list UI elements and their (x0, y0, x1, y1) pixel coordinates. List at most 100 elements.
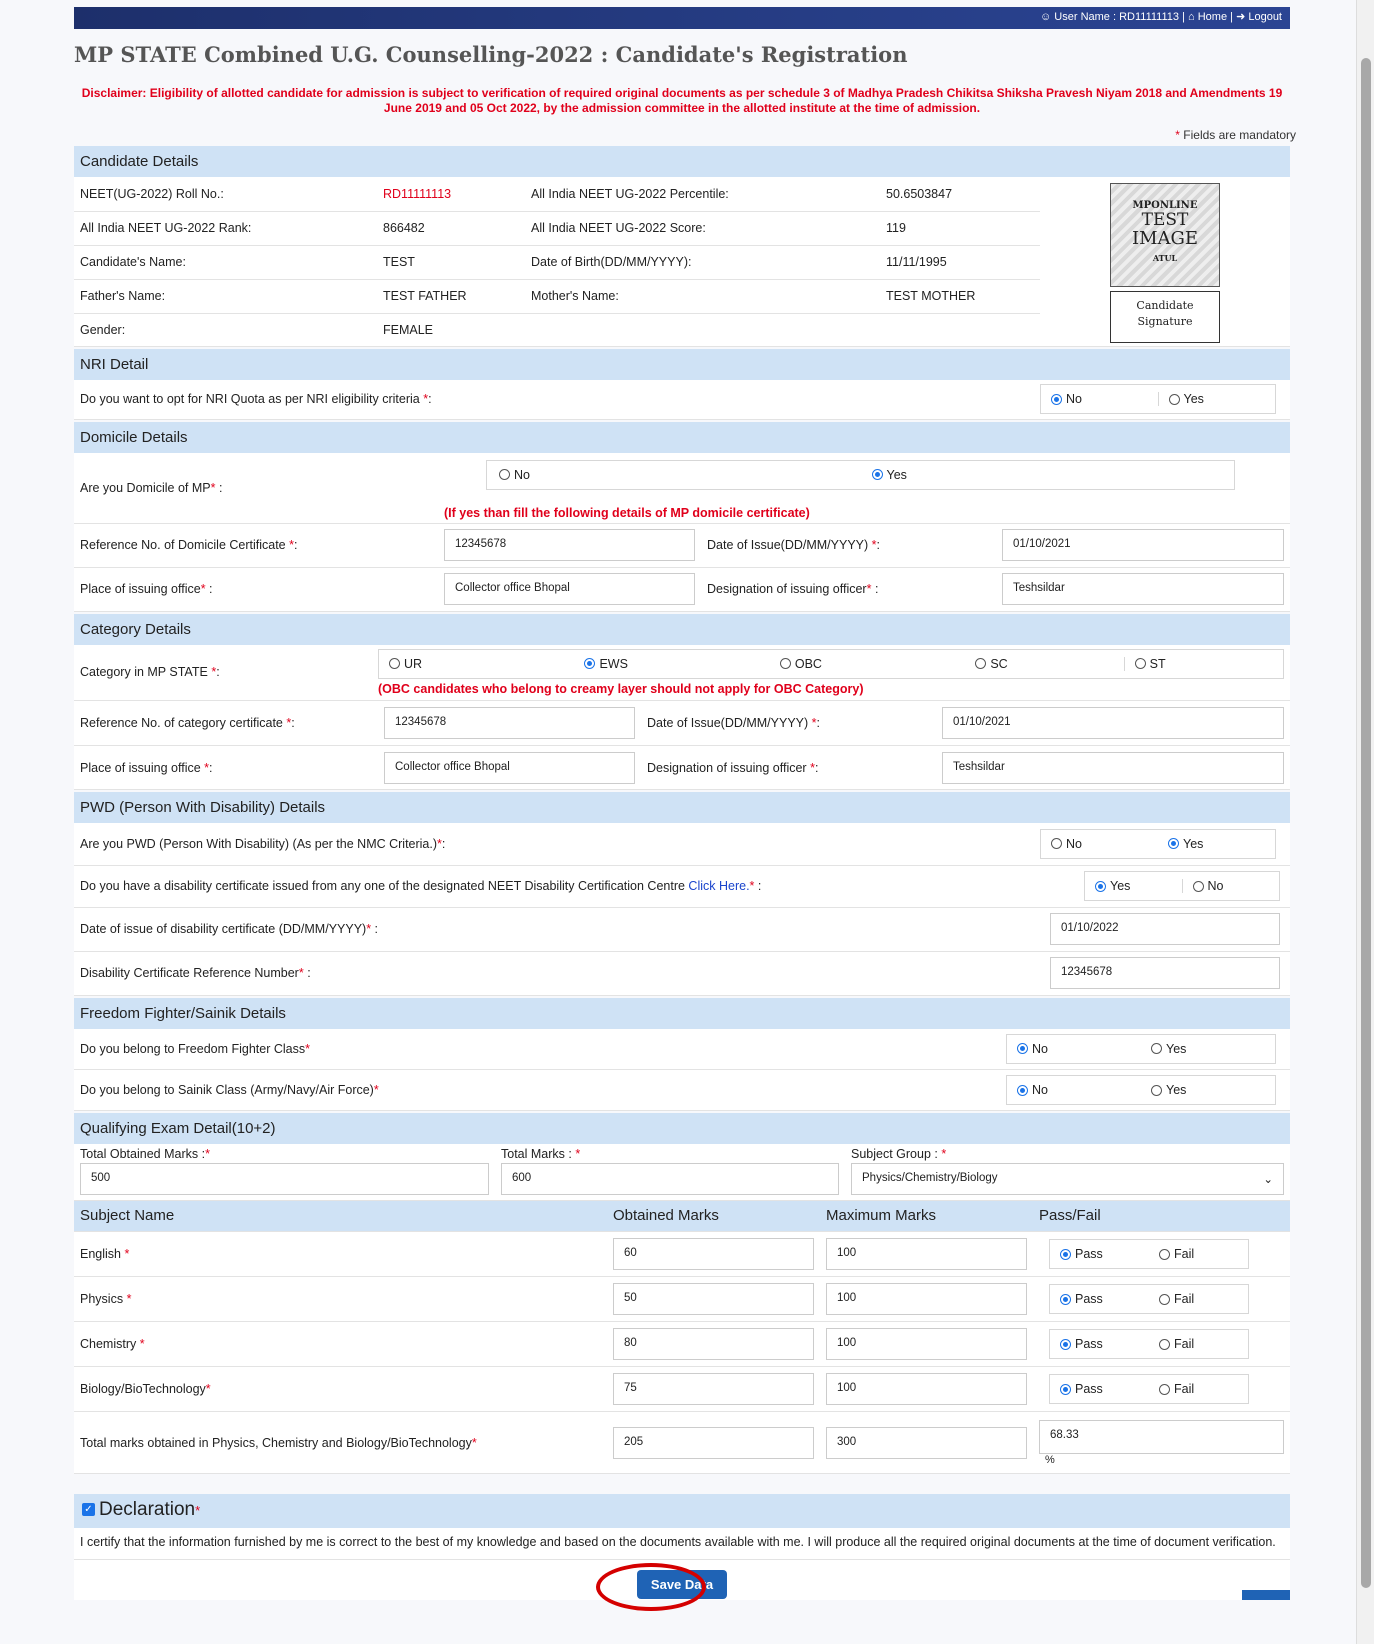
pcb-percent-input[interactable]: 68.33 (1039, 1419, 1284, 1454)
percentile: 50.6503847 (880, 177, 1040, 212)
category-radio-group: UR EWS OBC SC ST (378, 648, 1284, 679)
total-obtained-input[interactable]: 500 (80, 1163, 489, 1195)
candidate-table: NEET(UG-2022) Roll No.: RD11111113 All I… (74, 177, 1290, 347)
english-result-group: Pass Fail (1049, 1239, 1249, 1269)
freedom-no-option[interactable]: No (1007, 1042, 1141, 1056)
english-pass-option[interactable]: Pass (1050, 1247, 1149, 1261)
logout-link[interactable]: ➜ Logout (1236, 11, 1282, 23)
physics-obtained-input[interactable]: 50 (613, 1283, 814, 1315)
mandatory-note: * Fields are mandatory (1175, 128, 1296, 142)
disability-ref-input[interactable]: 12345678 (1050, 957, 1280, 989)
nri-yes-option[interactable]: Yes (1157, 392, 1276, 407)
candidate-section-heading: Candidate Details (74, 146, 1290, 177)
qualifying-section-heading: Qualifying Exam Detail(10+2) (74, 1113, 1290, 1144)
declaration-checkbox[interactable]: ✓ (82, 1503, 95, 1517)
subject-row-physics: Physics * 50 100 Pass Fail (74, 1276, 1290, 1322)
category-place-input[interactable]: Collector office Bhopal (384, 751, 635, 784)
declaration-heading: ✓ Declaration* (74, 1494, 1290, 1528)
subject-row-english: English * 60 100 Pass Fail (74, 1231, 1290, 1277)
physics-pass-option[interactable]: Pass (1050, 1292, 1149, 1306)
pwd-yes-option[interactable]: Yes (1158, 837, 1275, 851)
subject-row-chemistry: Chemistry * 80 100 Pass Fail (74, 1321, 1290, 1367)
nri-table: Do you want to opt for NRI Quota as per … (74, 379, 1290, 420)
pcb-obtained-input[interactable]: 205 (613, 1426, 814, 1459)
category-table: Category in MP STATE *: UR EWS OBC SC ST… (74, 644, 1290, 790)
nri-radio-group: No Yes (1040, 384, 1276, 415)
father-name: TEST FATHER (377, 279, 525, 314)
biology-fail-option[interactable]: Fail (1149, 1382, 1248, 1396)
certificate-no-option[interactable]: No (1181, 879, 1280, 893)
category-ews-option[interactable]: EWS (574, 657, 769, 671)
english-obtained-input[interactable]: 60 (613, 1238, 814, 1270)
freedom-section-heading: Freedom Fighter/Sainik Details (74, 997, 1290, 1029)
physics-result-group: Pass Fail (1049, 1284, 1249, 1314)
domicile-date-input[interactable]: 01/10/2021 (1002, 529, 1284, 561)
category-note: (OBC candidates who belong to creamy lay… (378, 681, 864, 696)
next-button[interactable] (1242, 1590, 1290, 1600)
domicile-designation-input[interactable]: Teshsildar (1002, 573, 1284, 605)
pcb-max-input[interactable]: 300 (826, 1426, 1027, 1459)
home-link[interactable]: ⌂ Home (1188, 11, 1227, 23)
subject-row-biology: Biology/BioTechnology* 75 100 Pass Fail (74, 1366, 1290, 1412)
nri-no-option[interactable]: No (1041, 392, 1158, 406)
english-max-input[interactable]: 100 (826, 1238, 1027, 1270)
subject-group-select[interactable]: Physics/Chemistry/Biology ⌄ (851, 1163, 1284, 1195)
chemistry-max-input[interactable]: 100 (826, 1328, 1027, 1360)
sainik-radio-group: No Yes (1006, 1075, 1276, 1105)
sainik-yes-option[interactable]: Yes (1141, 1083, 1275, 1097)
domicile-place-input[interactable]: Collector office Bhopal (444, 573, 695, 605)
biology-obtained-input[interactable]: 75 (613, 1373, 814, 1405)
category-st-option[interactable]: ST (1123, 656, 1283, 671)
category-obc-option[interactable]: OBC (770, 657, 965, 671)
certificate-yes-option[interactable]: Yes (1085, 879, 1182, 893)
english-fail-option[interactable]: Fail (1149, 1247, 1248, 1261)
date-of-birth: 11/11/1995 (880, 245, 1040, 280)
domicile-no-option[interactable]: No (487, 468, 862, 482)
click-here-link[interactable]: Click Here. (688, 879, 749, 893)
highlight-circle (596, 1563, 706, 1611)
header-maximum: Maximum Marks (820, 1200, 1033, 1232)
freedom-yes-option[interactable]: Yes (1141, 1042, 1275, 1056)
category-section-heading: Category Details (74, 613, 1290, 645)
domicile-ref-input[interactable]: 12345678 (444, 529, 695, 561)
mother-name: TEST MOTHER (880, 279, 1040, 314)
nri-section-heading: NRI Detail (74, 348, 1290, 380)
category-ref-input[interactable]: 12345678 (384, 707, 635, 739)
qualifying-totals-table: Total Obtained Marks :* 500 Total Marks … (74, 1144, 1290, 1201)
domicile-radio-group: No Yes (486, 459, 1235, 490)
category-date-input[interactable]: 01/10/2021 (942, 707, 1284, 739)
pwd-section-heading: PWD (Person With Disability) Details (74, 792, 1290, 823)
chemistry-result-group: Pass Fail (1049, 1329, 1249, 1359)
physics-fail-option[interactable]: Fail (1149, 1292, 1248, 1306)
category-designation-input[interactable]: Teshsildar (942, 751, 1284, 784)
header-subject: Subject Name (74, 1200, 607, 1232)
pwd-table: Are you PWD (Person With Disability) (As… (74, 823, 1290, 996)
user-name: User Name : RD11111113 (1054, 11, 1180, 23)
category-sc-option[interactable]: SC (965, 657, 1123, 671)
chevron-down-icon: ⌄ (1263, 1174, 1273, 1186)
candidate-name: TEST (377, 245, 525, 280)
freedom-table: Do you belong to Freedom Fighter Class* … (74, 1028, 1290, 1111)
scrollbar[interactable] (1356, 0, 1374, 1644)
certificate-radio-group: Yes No (1084, 871, 1280, 901)
biology-pass-option[interactable]: Pass (1050, 1382, 1149, 1396)
domicile-table: Are you Domicile of MP* : No Yes (If yes… (74, 453, 1290, 612)
biology-max-input[interactable]: 100 (826, 1373, 1027, 1405)
page-title: MP STATE Combined U.G. Counselling-2022 … (74, 42, 908, 67)
category-ur-option[interactable]: UR (379, 657, 574, 671)
domicile-note: (If yes than fill the following details … (444, 505, 810, 520)
candidate-photo: MPONLINE TEST IMAGE ATUL (1110, 183, 1220, 287)
chemistry-obtained-input[interactable]: 80 (613, 1328, 814, 1360)
total-marks-input[interactable]: 600 (501, 1163, 839, 1195)
domicile-yes-option[interactable]: Yes (862, 468, 1235, 482)
pwd-no-option[interactable]: No (1041, 837, 1158, 851)
chemistry-pass-option[interactable]: Pass (1050, 1337, 1149, 1351)
chemistry-fail-option[interactable]: Fail (1149, 1337, 1248, 1351)
freedom-radio-group: No Yes (1006, 1033, 1276, 1064)
sainik-no-option[interactable]: No (1007, 1083, 1141, 1097)
biology-result-group: Pass Fail (1049, 1374, 1249, 1404)
roll-number: RD11111113 (377, 177, 525, 212)
disability-date-input[interactable]: 01/10/2022 (1050, 913, 1280, 945)
scrollbar-thumb[interactable] (1361, 58, 1371, 1588)
physics-max-input[interactable]: 100 (826, 1283, 1027, 1315)
